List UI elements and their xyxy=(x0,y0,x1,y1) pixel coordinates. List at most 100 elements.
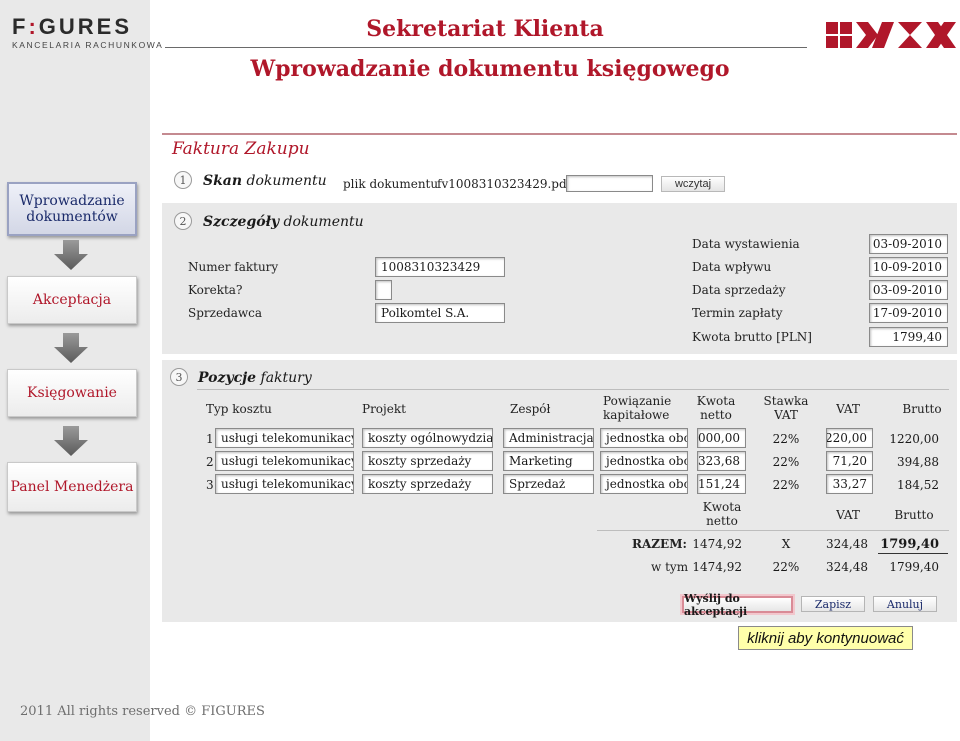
capital-link-field[interactable]: jednostka obca xyxy=(600,451,688,471)
receipt-date-field[interactable]: 10-09-2010 xyxy=(869,257,948,277)
sidebar-item-akceptacja[interactable]: Akceptacja xyxy=(7,276,137,324)
project-field[interactable]: koszty sprzedaży xyxy=(362,451,493,471)
summary-col-gross: Brutto xyxy=(894,508,934,522)
logo-subtitle: KANCELARIA RACHUNKOWA xyxy=(12,40,164,50)
of-which-gross: 1799,40 xyxy=(889,560,939,574)
payment-due-label: Termin zapłaty xyxy=(692,306,783,320)
sidebar-item-panel-menedzera[interactable]: Panel Menedżera xyxy=(7,462,137,512)
col-team: Zespół xyxy=(510,402,551,416)
footer-copyright: 2011 All rights reserved © FIGURES xyxy=(20,704,265,719)
file-path-input[interactable] xyxy=(566,175,653,192)
step-number: 2 xyxy=(174,212,192,230)
page-title: Sekretariat Klienta xyxy=(366,16,604,42)
step-number: 3 xyxy=(170,368,188,386)
summary-rule xyxy=(597,530,949,531)
net-field[interactable]: 1000,00 xyxy=(697,428,746,448)
correction-label: Korekta? xyxy=(188,283,243,297)
payment-due-field[interactable]: 17-09-2010 xyxy=(869,303,948,323)
of-which-label: w tym xyxy=(651,560,689,574)
file-label: plik dokumentu xyxy=(343,177,439,191)
col-net: Kwota netto xyxy=(696,394,736,422)
correction-checkbox[interactable] xyxy=(375,280,392,300)
send-to-approval-button[interactable]: Wyślij do akceptacji xyxy=(682,592,793,618)
file-name: fv1008310323429.pdf xyxy=(437,177,572,191)
arrow-down-icon xyxy=(54,333,88,363)
sale-date-label: Data sprzedaży xyxy=(692,283,786,297)
capital-link-field[interactable]: jednostka obca xyxy=(600,474,688,494)
col-cost-type: Typ kosztu xyxy=(206,402,272,416)
col-vat: VAT xyxy=(836,402,860,416)
sidebar-item-label: Akceptacja xyxy=(32,292,112,308)
team-field[interactable]: Sprzedaż xyxy=(503,474,594,494)
figures-logo: F:GURES xyxy=(12,14,133,39)
of-which-vat: 324,48 xyxy=(826,560,868,574)
section-title: Faktura Zakupu xyxy=(172,139,310,159)
header-rule xyxy=(197,389,949,390)
row-number: 2 xyxy=(206,455,214,469)
row-number: 3 xyxy=(206,478,214,492)
gross-value: 394,88 xyxy=(897,455,939,469)
load-file-button[interactable]: wczytaj xyxy=(661,176,725,192)
vat-rate-value: 22% xyxy=(772,432,800,446)
total-vat-rate: X xyxy=(781,537,791,551)
gross-amount-field[interactable]: 1799,40 xyxy=(869,327,948,347)
sidebar-item-label: Księgowanie xyxy=(27,385,117,401)
arrow-down-icon xyxy=(54,426,88,456)
step-title-pozycje: Pozycje faktury xyxy=(198,370,312,386)
sidebar-item-ksiegowanie[interactable]: Księgowanie xyxy=(7,369,137,417)
seller-label: Sprzedawca xyxy=(188,306,263,320)
total-gross: 1799,40 xyxy=(880,537,939,552)
net-field[interactable]: 323,68 xyxy=(697,451,746,471)
total-underline xyxy=(878,553,948,554)
project-field[interactable]: koszty sprzedaży xyxy=(362,474,493,494)
step-number: 1 xyxy=(174,171,192,189)
team-field[interactable]: Administracja xyxy=(503,428,594,448)
step-title-skan: Skan dokumentu xyxy=(203,173,327,189)
seller-field[interactable]: Polkomtel S.A. xyxy=(375,303,505,323)
vat-field[interactable]: 220,00 xyxy=(826,428,873,448)
arrow-down-icon xyxy=(54,240,88,270)
continue-hint[interactable]: kliknij aby kontynuować xyxy=(738,626,913,650)
of-which-vat-rate: 22% xyxy=(772,560,800,574)
sidebar-item-label: Wprowadzanie dokumentów xyxy=(19,193,125,225)
gross-value: 184,52 xyxy=(897,478,939,492)
net-field[interactable]: 151,24 xyxy=(697,474,746,494)
vat-rate-value: 22% xyxy=(772,478,800,492)
cost-type-field[interactable]: usługi telekomunikacyjne xyxy=(215,451,354,471)
total-net: 1474,92 xyxy=(692,537,742,551)
invoice-number-field[interactable]: 1008310323429 xyxy=(375,257,505,277)
total-vat: 324,48 xyxy=(826,537,868,551)
page-subtitle: Wprowadzanie dokumentu księgowego xyxy=(250,56,730,82)
col-gross: Brutto xyxy=(902,402,942,416)
receipt-date-label: Data wpływu xyxy=(692,260,772,274)
vat-field[interactable]: 71,20 xyxy=(826,451,873,471)
col-project: Projekt xyxy=(362,402,406,416)
vat-field[interactable]: 33,27 xyxy=(826,474,873,494)
gross-amount-label: Kwota brutto [PLN] xyxy=(692,330,812,344)
issue-date-field[interactable]: 03-09-2010 xyxy=(869,234,948,254)
cost-type-field[interactable]: usługi telekomunikacyjne xyxy=(215,474,354,494)
team-field[interactable]: Marketing xyxy=(503,451,594,471)
sidebar-item-label: Panel Menedżera xyxy=(10,479,134,495)
project-field[interactable]: koszty ogólnowydziałowe xyxy=(362,428,493,448)
of-which-net: 1474,92 xyxy=(692,560,742,574)
col-capital-link: Powiązanie kapitałowe xyxy=(603,394,672,422)
capital-link-field[interactable]: jednostka obca xyxy=(600,428,688,448)
total-label: RAZEM: xyxy=(632,537,687,551)
hdx-logo-icon xyxy=(826,22,956,48)
cancel-button[interactable]: Anuluj xyxy=(873,596,937,612)
sidebar-item-wprowadzanie[interactable]: Wprowadzanie dokumentów xyxy=(7,182,137,236)
summary-col-net: Kwota netto xyxy=(702,500,742,528)
header-divider xyxy=(165,47,807,48)
vat-rate-value: 22% xyxy=(772,455,800,469)
sale-date-field[interactable]: 03-09-2010 xyxy=(869,280,948,300)
cost-type-field[interactable]: usługi telekomunikacyjne xyxy=(215,428,354,448)
save-button[interactable]: Zapisz xyxy=(801,596,865,612)
gross-value: 1220,00 xyxy=(889,432,939,446)
invoice-number-label: Numer faktury xyxy=(188,260,279,274)
row-number: 1 xyxy=(206,432,214,446)
summary-col-vat: VAT xyxy=(836,508,860,522)
issue-date-label: Data wystawienia xyxy=(692,237,800,251)
step-title-szczegoly: Szczegóły dokumentu xyxy=(203,214,364,230)
section-divider xyxy=(162,133,957,135)
